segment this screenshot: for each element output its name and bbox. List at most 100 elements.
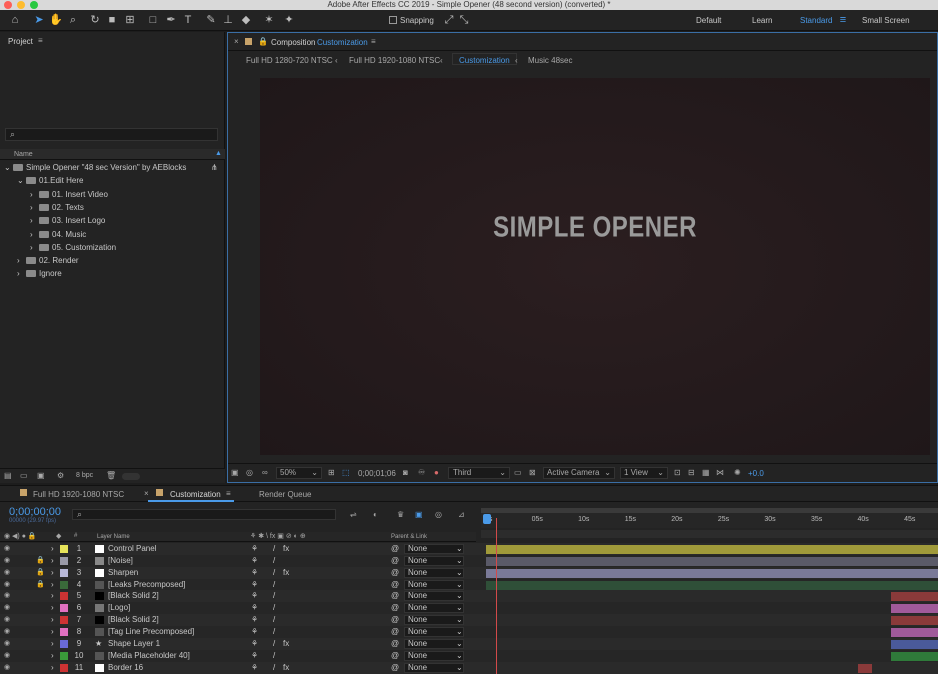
layer-duration-bar[interactable] (486, 556, 938, 566)
workspace-menu-icon[interactable]: ≡ (836, 13, 850, 27)
expand-chevron-icon[interactable]: › (51, 579, 54, 591)
always-preview-icon[interactable]: ▣ (231, 468, 239, 477)
new-folder-icon[interactable]: ▭ (20, 471, 28, 480)
parent-select[interactable]: None (404, 650, 464, 661)
project-tree-item[interactable]: › 03. Insert Logo (0, 214, 225, 227)
expand-chevron-icon[interactable]: › (51, 555, 54, 567)
quality-switch-icon[interactable]: / (273, 614, 275, 626)
flowchart-icon[interactable]: ⋔ (211, 161, 218, 174)
shy-switch-icon[interactable]: ⚘ (251, 662, 258, 674)
layer-name[interactable]: [Black Solid 2] (108, 614, 159, 626)
close-window-button[interactable] (4, 1, 12, 9)
type-tool-icon[interactable]: T (181, 13, 195, 27)
visibility-eye-icon[interactable]: ◉ (4, 616, 11, 623)
layer-label-swatch[interactable] (60, 545, 68, 553)
layer-row[interactable]: ◉ › 5 [Black Solid 2] ⚘ / @ None ⌄ (0, 590, 938, 603)
project-tree-item[interactable]: › 02. Texts (0, 201, 225, 214)
quality-switch-icon[interactable]: / (273, 590, 275, 602)
close-tab-icon[interactable]: × (234, 37, 239, 46)
parent-select[interactable]: None (404, 603, 464, 614)
maximize-window-button[interactable] (30, 1, 38, 9)
shy-switch-icon[interactable]: ⚘ (251, 567, 258, 579)
parent-select[interactable]: None (404, 591, 464, 602)
visibility-eye-icon[interactable]: ◉ (4, 581, 11, 588)
close-tab-icon[interactable]: × (144, 489, 149, 498)
link-icon[interactable]: @ (391, 579, 399, 591)
layer-duration-bar[interactable] (890, 627, 938, 637)
visibility-eye-icon[interactable]: ◉ (4, 592, 11, 599)
flowchart-icon[interactable]: ⋈ (716, 468, 724, 477)
layer-row[interactable]: ◉ 🔒 › 2 [Noise] ⚘ / @ None ⌄ (0, 554, 938, 567)
quality-switch-icon[interactable]: / (273, 543, 275, 555)
layer-row[interactable]: ◉ › 9 ★ Shape Layer 1 ⚘ / fx @ None ⌄ (0, 637, 938, 650)
lock-icon[interactable]: 🔒 (258, 37, 268, 46)
toggle-pixel-aspect-icon[interactable]: ⊡ (674, 468, 681, 477)
layer-duration-bar[interactable] (486, 580, 938, 590)
project-search-input[interactable]: ⌕ (5, 128, 218, 141)
pan-behind-tool-icon[interactable]: ⊞ (123, 13, 137, 27)
camera-tool-icon[interactable]: ■ (105, 13, 119, 27)
quality-switch-icon[interactable]: / (273, 579, 275, 591)
visibility-eye-icon[interactable]: ◉ (4, 604, 11, 611)
sort-icon[interactable]: ▲ (215, 150, 222, 157)
chevron-down-icon[interactable]: ⌄ (4, 161, 13, 174)
visibility-eye-icon[interactable]: ◉ (4, 652, 11, 659)
expand-chevron-icon[interactable]: › (51, 543, 54, 555)
expand-chevron-icon[interactable]: › (51, 626, 54, 638)
link-icon[interactable]: @ (391, 590, 399, 602)
rectangle-tool-icon[interactable]: □ (146, 13, 160, 27)
brush-tool-icon[interactable]: ✎ (204, 13, 218, 27)
expand-chevron-icon[interactable]: › (51, 662, 54, 674)
layer-label-swatch[interactable] (60, 616, 68, 625)
effect-switch-icon[interactable]: fx (283, 662, 289, 674)
view-layout-select[interactable]: 1 View ⌄ (620, 467, 668, 479)
home-icon[interactable]: ⌂ (8, 13, 22, 27)
quality-switch-icon[interactable]: / (273, 602, 275, 614)
layer-label-swatch[interactable] (60, 627, 68, 636)
crumb-full-hd-1280[interactable]: Full HD 1280-720 NTSC (246, 56, 333, 65)
region-icon[interactable]: ▭ (514, 468, 522, 477)
layer-name[interactable]: Sharpen (108, 567, 138, 579)
layer-duration-bar[interactable] (890, 651, 938, 661)
parent-select[interactable]: None (404, 544, 464, 554)
chevron-right-icon[interactable]: › (30, 188, 39, 201)
layer-duration-bar[interactable] (890, 639, 938, 649)
shy-switch-icon[interactable]: ⚘ (251, 626, 258, 638)
panel-menu-icon[interactable]: ≡ (38, 36, 43, 45)
shy-switch-icon[interactable]: ⚘ (251, 602, 258, 614)
expand-chevron-icon[interactable]: › (51, 602, 54, 614)
crumb-customization[interactable]: Customization (452, 53, 517, 65)
clone-stamp-tool-icon[interactable]: ⊥ (221, 13, 235, 27)
link-icon[interactable]: @ (391, 650, 399, 662)
graph-editor-icon[interactable]: ⊿ (458, 510, 465, 519)
shy-switch-icon[interactable]: ⚘ (251, 614, 258, 626)
eraser-tool-icon[interactable]: ◆ (239, 13, 253, 27)
project-tree-item[interactable]: › 02. Render (0, 254, 225, 267)
layer-row[interactable]: ◉ › 7 [Black Solid 2] ⚘ / @ None ⌄ (0, 614, 938, 627)
panel-menu-icon[interactable]: ≡ (226, 489, 231, 498)
snap-icon[interactable]: ⤢ (442, 13, 456, 27)
parent-link-column-label[interactable]: Parent & Link (391, 534, 427, 540)
layer-duration-bar[interactable] (890, 616, 938, 626)
shy-switch-icon[interactable]: ⚘ (251, 543, 258, 555)
shy-switch-icon[interactable]: ⚘ (251, 638, 258, 650)
project-tree-item[interactable]: › 04. Music (0, 228, 225, 241)
layer-label-swatch[interactable] (60, 651, 68, 660)
effect-switch-icon[interactable]: fx (283, 638, 289, 650)
timeline-search-input[interactable]: ⌕ (72, 509, 336, 520)
chevron-down-icon[interactable]: ⌄ (17, 174, 26, 187)
selection-tool-icon[interactable]: ➤ (32, 13, 46, 27)
parent-select[interactable]: None (404, 615, 464, 626)
link-icon[interactable]: @ (391, 662, 399, 674)
snapshot-icon[interactable]: ◙ (403, 468, 408, 477)
layer-name[interactable]: [Black Solid 2] (108, 590, 159, 602)
transparency-grid-icon[interactable]: ⊠ (529, 468, 536, 477)
vr-icon[interactable]: ◎ (246, 468, 253, 477)
layer-name[interactable]: [Tag Line Precomposed] (108, 626, 194, 638)
expand-chevron-icon[interactable]: › (51, 590, 54, 602)
zoom-tool-icon[interactable]: ⌕ (66, 13, 80, 27)
expand-chevron-icon[interactable]: › (51, 567, 54, 579)
interpret-footage-icon[interactable]: ▤ (4, 471, 12, 480)
project-tree-item[interactable]: › 01. Insert Video (0, 188, 225, 201)
layer-name[interactable]: [Noise] (108, 555, 133, 567)
